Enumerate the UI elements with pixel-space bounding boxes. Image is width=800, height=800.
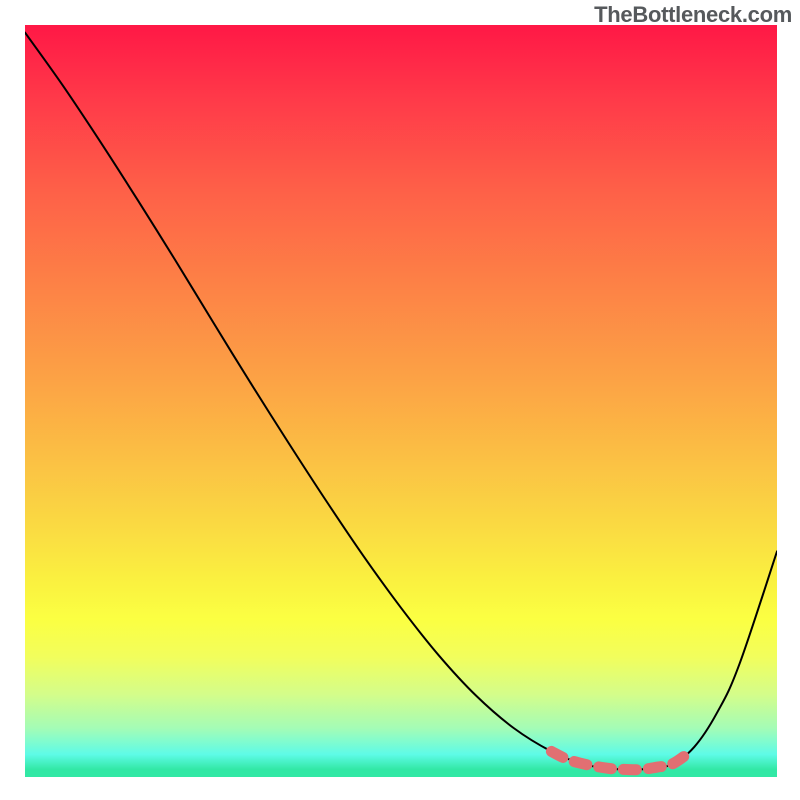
chart-container: TheBottleneck.com (0, 0, 800, 800)
watermark-text: TheBottleneck.com (594, 2, 792, 28)
bottleneck-curve (25, 33, 777, 770)
plot-area (25, 25, 777, 777)
curve-layer (25, 25, 777, 777)
optimal-band-marker (551, 751, 686, 769)
